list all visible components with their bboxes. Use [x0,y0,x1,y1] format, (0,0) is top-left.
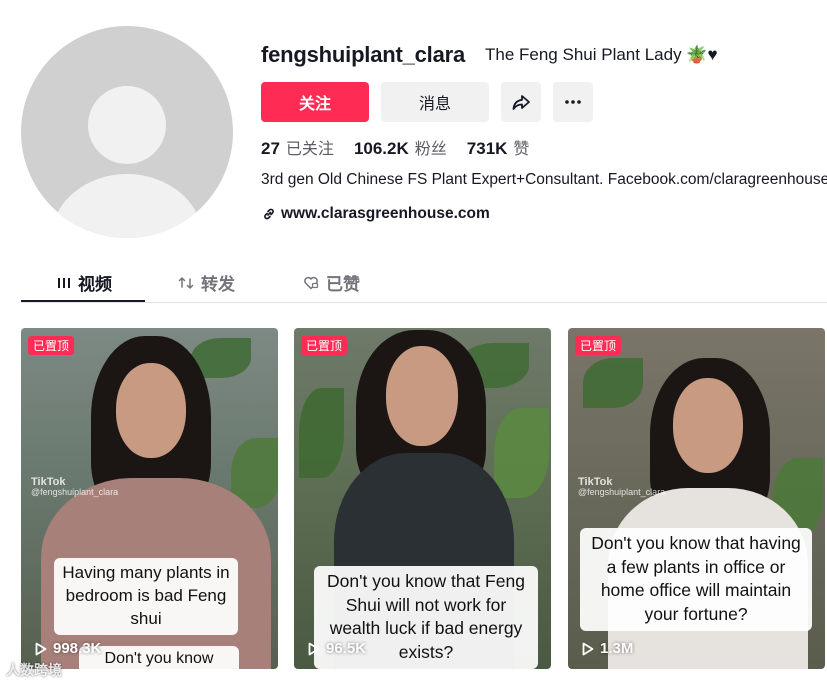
profile-link[interactable]: www.clarasgreenhouse.com [262,205,490,223]
stat-label: 已关注 [285,141,334,158]
view-count-text: 1.3M [600,640,634,657]
tiktok-handle: @fengshuiplant_clara [578,487,666,498]
view-count: 96.5K [308,640,366,657]
pinned-badge: 已置顶 [28,336,75,355]
active-tab-indicator [21,300,145,302]
stat-label: 赞 [513,141,530,158]
heart-icon [304,276,319,289]
play-icon [308,642,320,655]
view-count: 1.3M [582,640,633,657]
play-icon [582,642,594,655]
repost-icon [178,276,194,289]
profile-stats: 27 已关注 106.2K 粉丝 731K 赞 [261,135,529,159]
person-face [673,378,743,473]
profile-link-text[interactable]: www.clarasgreenhouse.com [281,205,490,223]
more-button[interactable] [553,82,593,122]
share-icon [512,95,530,110]
video-card[interactable]: 已置顶 TikTok @fengshuiplant_clara Don't you… [568,328,825,669]
username: fengshuiplant_clara [261,42,466,67]
tiktok-watermark: TikTok @fengshuiplant_clara [578,476,665,498]
stat-value: 106.2K [353,139,409,158]
tiktok-watermark: TikTok @fengshuiplant_clara [31,476,118,498]
avatar-placeholder-body [51,174,203,238]
nickname: The Feng Shui Plant Lady 🪴♥ [485,45,718,64]
tab-liked[interactable]: 已赞 [303,270,360,295]
avatar-placeholder-head [88,86,166,164]
play-icon [35,642,47,655]
stat-label: 粉丝 [414,141,447,158]
plant-leaf [583,358,643,408]
profile-avatar[interactable] [21,26,233,238]
video-card[interactable]: 已置顶 TikTok @fengshuiplant_clara Having ma… [21,328,278,669]
person-face [116,363,186,458]
stat-following[interactable]: 27 已关注 [261,135,334,159]
tiktok-handle: @fengshuiplant_clara [31,487,119,498]
pinned-badge: 已置顶 [575,336,622,355]
stat-value: 27 [261,139,280,158]
video-caption: Don't you know that having a few plants … [580,528,812,631]
video-caption: Having many plants in bedroom is bad Fen… [54,558,238,635]
plant-leaf [299,388,344,478]
tab-label: 转发 [201,275,235,294]
tab-label: 视频 [78,275,112,294]
share-button[interactable] [501,82,541,122]
profile-tabs: 视频 转发 已赞 [21,262,827,303]
pinned-badge: 已置顶 [301,336,348,355]
more-icon [565,100,581,104]
message-button[interactable]: 消息 [381,82,489,122]
tab-reposts[interactable]: 转发 [178,270,235,295]
view-count-text: 96.5K [326,640,367,657]
stat-value: 731K [466,139,508,158]
view-count-text: 998.3K [53,640,102,657]
tab-videos[interactable]: 视频 [57,270,112,295]
stat-followers[interactable]: 106.2K 粉丝 [354,135,447,159]
grid-icon [58,277,70,288]
site-watermark: 人数跨境 [6,662,62,678]
link-icon [264,208,274,220]
person-face [386,346,458,446]
tab-label: 已赞 [326,275,360,294]
view-count: 998.3K [35,640,101,657]
video-card[interactable]: 已置顶 Don't you know that Feng Shui will n… [294,328,551,669]
follow-button[interactable]: 关注 [261,82,369,122]
video-caption-secondary: Don't you know that? [79,646,239,669]
profile-bio: 3rd gen Old Chinese FS Plant Expert+Cons… [261,171,827,188]
stat-likes: 731K 赞 [467,135,530,159]
plant-leaf [494,408,549,498]
